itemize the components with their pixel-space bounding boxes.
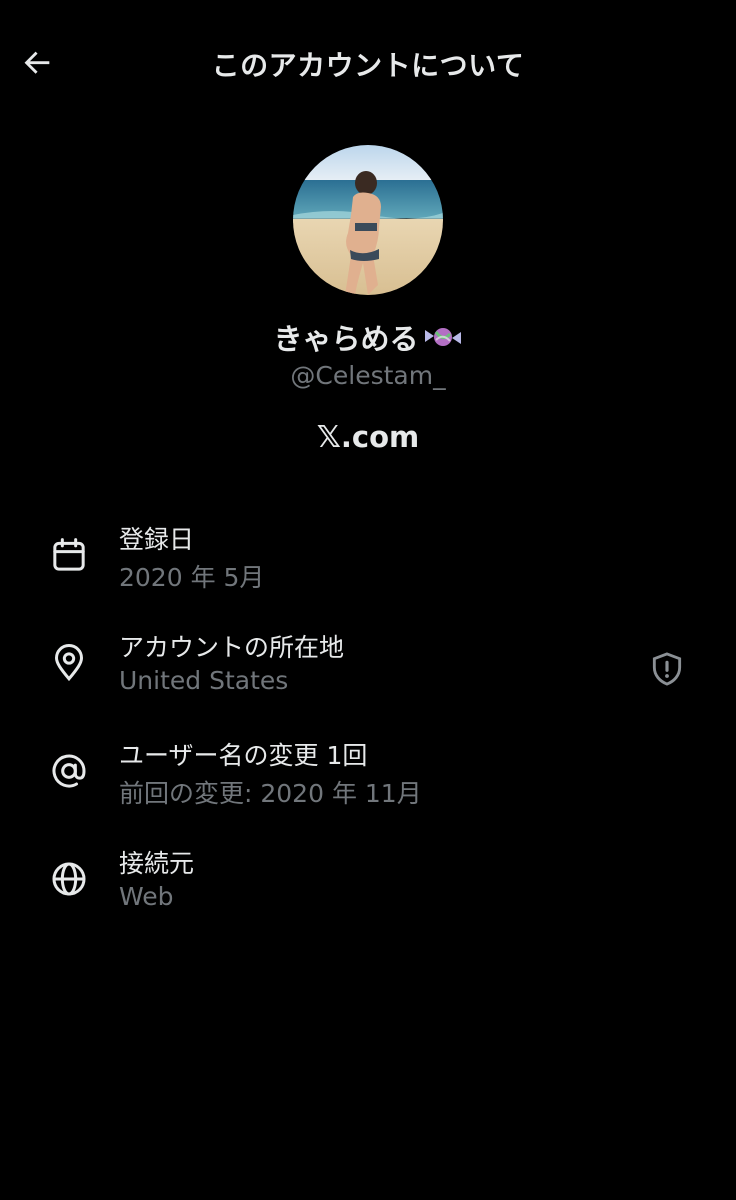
info-item-joined: 登録日 2020 年 5月 — [0, 510, 736, 618]
profile-summary: きゃらめる @Celestam_ 𝕏 .com — [0, 145, 736, 457]
info-item-connected-via: 接続元 Web — [0, 834, 736, 942]
globe-icon — [48, 858, 90, 900]
display-name: きゃらめる — [273, 322, 419, 356]
avatar-image — [293, 145, 443, 295]
top-bar: このアカウントについて — [0, 0, 736, 128]
platform-domain: .com — [340, 420, 420, 454]
info-item-location: アカウントの所在地 United States — [0, 618, 736, 726]
shield-alert-icon[interactable] — [646, 648, 688, 690]
username-handle: @Celestam_ — [290, 361, 446, 390]
platform-label: 𝕏 .com — [0, 417, 736, 457]
info-title: 接続元 — [119, 849, 195, 878]
location-pin-icon — [48, 642, 90, 684]
candy-icon — [424, 328, 461, 346]
x-logo: 𝕏 — [316, 419, 341, 455]
at-sign-icon — [48, 750, 90, 792]
info-title: ユーザー名の変更 1回 — [119, 741, 368, 770]
avatar[interactable] — [293, 145, 443, 295]
info-title: アカウントの所在地 — [119, 633, 345, 662]
calendar-icon — [48, 534, 90, 576]
info-value: United States — [119, 666, 289, 695]
account-info-list: 登録日 2020 年 5月 アカウントの所在地 United States ユー… — [0, 510, 736, 942]
info-value: Web — [119, 882, 174, 911]
display-name-row: きゃらめる — [0, 317, 736, 357]
info-value: 2020 年 5月 — [119, 563, 265, 592]
info-value: 前回の変更: 2020 年 11月 — [119, 779, 422, 808]
page-title: このアカウントについて — [211, 49, 525, 82]
info-item-username-changes: ユーザー名の変更 1回 前回の変更: 2020 年 11月 — [0, 726, 736, 834]
info-title: 登録日 — [119, 525, 195, 554]
